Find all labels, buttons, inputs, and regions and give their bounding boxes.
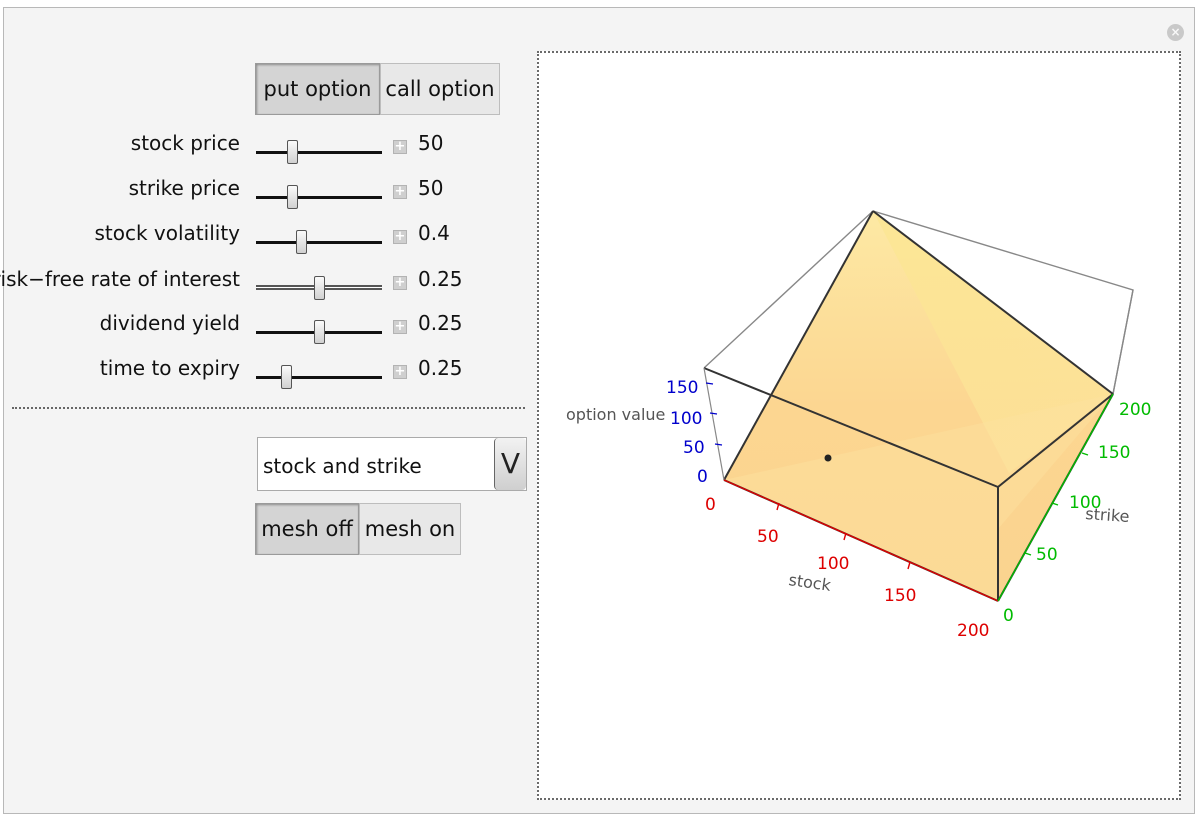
control-label: dividend yield (99, 311, 240, 335)
expand-plus-icon[interactable]: + (393, 230, 407, 244)
y-tick-label: 150 (1098, 443, 1130, 463)
mesh-on-button[interactable]: mesh on (359, 503, 461, 555)
control-label: stock price (130, 131, 240, 155)
put-option-button[interactable]: put option (255, 63, 380, 115)
slider-thumb[interactable] (314, 276, 325, 300)
expand-plus-icon[interactable]: + (393, 320, 407, 334)
control-strike-price: strike price + 50 (0, 176, 520, 209)
dropdown-selected-value: stock and strike (263, 454, 422, 478)
x-tick-label: 50 (757, 527, 779, 547)
control-stock-volatility: stock volatility + 0.4 (0, 221, 520, 254)
control-value: 50 (418, 131, 444, 155)
x-tick-label: 0 (705, 495, 716, 515)
x-tick-label: 150 (884, 586, 916, 606)
control-label: risk−free rate of interest (0, 267, 240, 291)
control-value: 0.4 (418, 221, 450, 245)
y-tick-label: 50 (1036, 545, 1058, 565)
z-tick-label: 100 (670, 409, 702, 429)
control-label: strike price (128, 176, 240, 200)
plot-mode-dropdown[interactable]: stock and strike V (257, 437, 527, 491)
expand-plus-icon[interactable]: + (393, 185, 407, 199)
z-tick-label: 0 (697, 467, 708, 487)
slider-thumb[interactable] (314, 320, 325, 344)
expand-plus-icon[interactable]: + (393, 140, 407, 154)
y-tick-label: 0 (1003, 606, 1014, 626)
control-dividend-yield: dividend yield + 0.25 (0, 311, 520, 344)
x-tick-label: 100 (817, 554, 849, 574)
control-stock-price: stock price + 50 (0, 131, 520, 164)
control-label: stock volatility (94, 221, 240, 245)
option-type-setter: put option call option (255, 63, 500, 115)
close-icon[interactable]: × (1167, 24, 1184, 41)
mesh-setter: mesh off mesh on (255, 503, 461, 555)
slider-thumb[interactable] (296, 230, 307, 254)
control-value: 0.25 (418, 267, 463, 291)
x-tick-label: 200 (957, 621, 989, 641)
current-point-marker (824, 454, 832, 462)
slider-track[interactable] (256, 241, 382, 244)
slider-thumb[interactable] (287, 140, 298, 164)
chevron-down-icon[interactable]: V (494, 438, 526, 490)
mesh-off-button[interactable]: mesh off (255, 503, 359, 555)
slider-track[interactable] (256, 376, 382, 379)
control-value: 0.25 (418, 356, 463, 380)
z-axis-ticks: 150 100 50 0 (666, 378, 708, 487)
z-tick-label: 150 (666, 378, 698, 398)
option-value-surface (724, 211, 1113, 601)
slider-track[interactable] (256, 196, 382, 199)
control-value: 0.25 (418, 311, 463, 335)
call-option-button[interactable]: call option (380, 63, 500, 115)
z-tick-label: 50 (683, 438, 705, 458)
control-value: 50 (418, 176, 444, 200)
control-label: time to expiry (99, 356, 240, 380)
slider-track[interactable] (256, 151, 382, 154)
plot-area[interactable]: 150 100 50 0 0 50 100 150 200 200 150 10… (537, 51, 1181, 800)
y-axis-label: strike (1085, 504, 1130, 526)
surface-plot: 150 100 50 0 0 50 100 150 200 200 150 10… (566, 210, 1151, 641)
slider-thumb[interactable] (281, 365, 292, 389)
control-time-to-expiry: time to expiry + 0.25 (0, 356, 520, 389)
expand-plus-icon[interactable]: + (393, 276, 407, 290)
control-risk-free-rate: risk−free rate of interest + 0.25 (0, 267, 520, 300)
y-tick-label: 200 (1119, 400, 1151, 420)
section-divider (12, 407, 525, 409)
z-axis-label: option value (566, 405, 665, 424)
expand-plus-icon[interactable]: + (393, 365, 407, 379)
slider-thumb[interactable] (287, 185, 298, 209)
